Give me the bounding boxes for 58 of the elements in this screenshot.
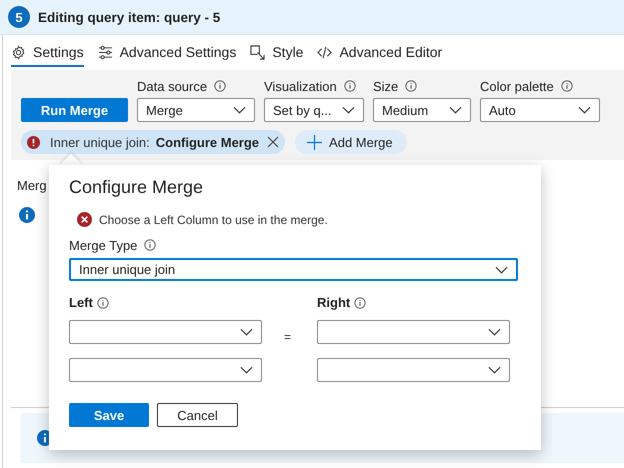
chevron-icon bbox=[240, 366, 253, 374]
chip-action: Configure Merge bbox=[156, 134, 260, 150]
info-icon bbox=[405, 80, 418, 92]
chevron-icon bbox=[488, 328, 501, 336]
chevron-icon bbox=[342, 106, 355, 114]
dropdown[interactable]: Set by q... bbox=[264, 98, 364, 122]
dropdown[interactable]: Merge bbox=[137, 98, 255, 122]
run-merge-button[interactable]: Run Merge bbox=[21, 98, 128, 122]
error-message: Choose a Left Column to use in the merge. bbox=[99, 212, 328, 226]
save-button[interactable]: Save bbox=[69, 403, 149, 427]
merge-chip[interactable]: Inner unique join: Configure Merge bbox=[21, 130, 286, 154]
tab[interactable]: Advanced Editor bbox=[317, 38, 442, 67]
error-icon bbox=[27, 136, 40, 148]
right-column-dropdown[interactable] bbox=[317, 320, 510, 344]
field-label: Color palette bbox=[480, 78, 554, 94]
column-label: Right bbox=[317, 295, 350, 310]
chevron-icon bbox=[240, 328, 253, 336]
field-label: Size bbox=[373, 78, 398, 94]
info-icon bbox=[344, 80, 356, 92]
resize-icon bbox=[250, 44, 266, 60]
info-icon bbox=[19, 207, 35, 223]
column-label: Left bbox=[69, 295, 93, 310]
info-icon bbox=[560, 80, 573, 92]
info-icon bbox=[144, 239, 156, 251]
info-icon bbox=[214, 80, 226, 92]
field-label: Visualization bbox=[264, 78, 337, 94]
chevron-icon bbox=[449, 106, 462, 114]
left-column-dropdown[interactable] bbox=[69, 320, 262, 344]
window-title: Editing query item: query - 5 bbox=[38, 10, 220, 24]
right-column-dropdown[interactable] bbox=[317, 358, 510, 382]
error-icon bbox=[77, 212, 92, 227]
dialog-title: Configure Merge bbox=[69, 177, 204, 198]
close-icon[interactable] bbox=[267, 136, 280, 148]
dropdown[interactable]: Medium bbox=[373, 98, 471, 122]
chevron-icon bbox=[495, 266, 508, 274]
tab[interactable]: Advanced Settings bbox=[98, 38, 236, 67]
settings-icon bbox=[11, 44, 26, 60]
left-column-dropdown[interactable] bbox=[69, 358, 262, 382]
code-icon bbox=[317, 44, 332, 60]
plus-icon bbox=[307, 134, 322, 150]
field-label: Data source bbox=[137, 78, 208, 94]
dropdown[interactable]: Auto bbox=[480, 98, 600, 122]
chevron-icon bbox=[233, 106, 246, 114]
chip-label: Inner unique join: bbox=[50, 134, 150, 150]
cancel-button[interactable]: Cancel bbox=[157, 403, 238, 427]
field-label: Merge Type bbox=[69, 238, 138, 252]
add-merge-button[interactable]: Add Merge bbox=[295, 130, 407, 154]
info-icon bbox=[354, 296, 366, 308]
tab[interactable]: Style bbox=[250, 38, 304, 67]
chevron-icon bbox=[578, 106, 591, 114]
chevron-icon bbox=[488, 366, 501, 374]
step-badge: 5 bbox=[8, 6, 30, 28]
section-label: Merg bbox=[17, 178, 47, 193]
merge-type-dropdown[interactable]: Inner unique join bbox=[69, 258, 518, 281]
sliders-icon bbox=[98, 44, 113, 60]
tab[interactable]: Settings bbox=[11, 38, 84, 67]
equals-sign: = bbox=[284, 330, 292, 344]
info-icon bbox=[96, 296, 109, 308]
